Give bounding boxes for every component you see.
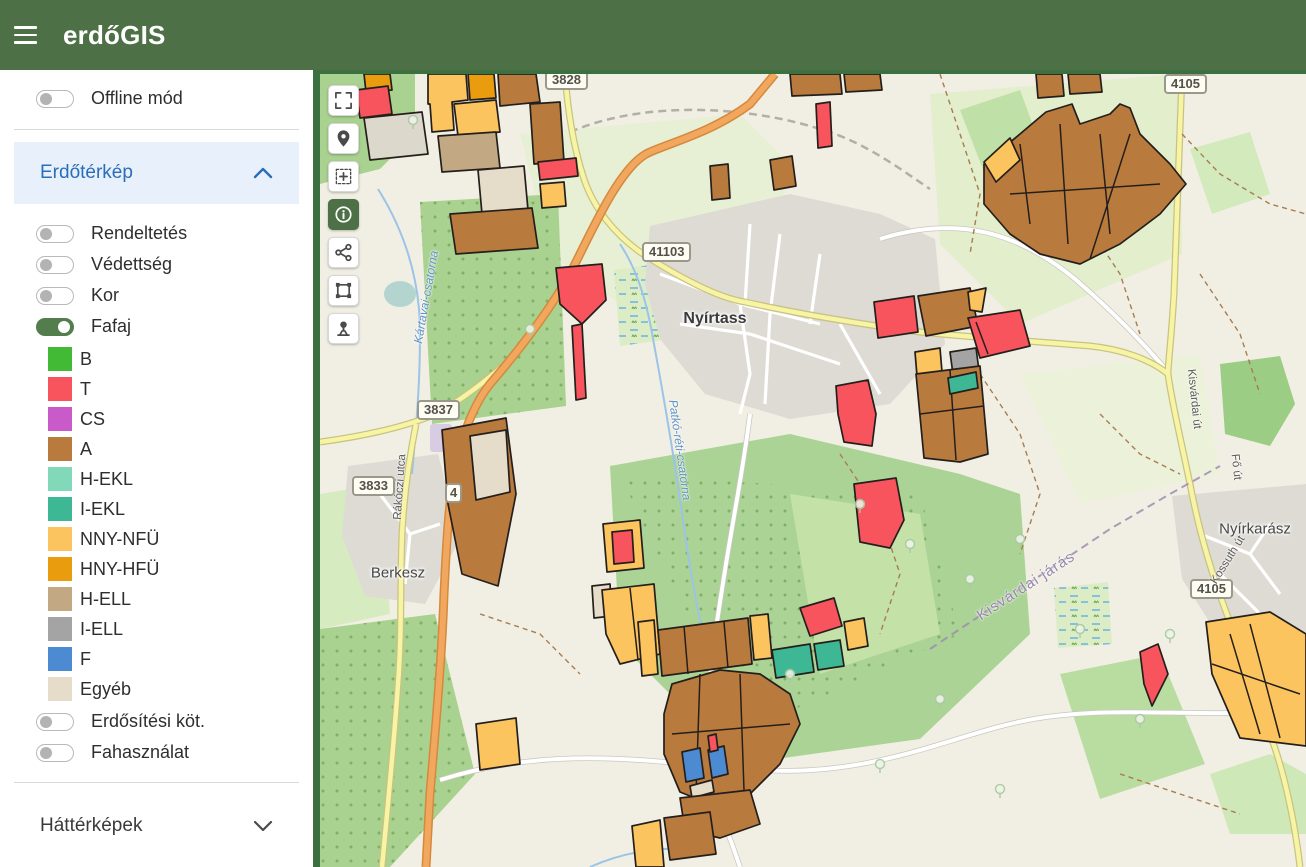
offline-mode-label: Offline mód — [91, 88, 183, 109]
legend-swatch-hny-hfu — [48, 557, 72, 581]
legend-swatch-nny-nfu — [48, 527, 72, 551]
legend-item: NNY-NFÜ — [0, 524, 313, 554]
offline-mode-toggle[interactable] — [36, 90, 74, 108]
layer-row-kor: Kor — [0, 280, 313, 311]
legend-label-f: F — [80, 649, 91, 670]
hamburger-menu-button[interactable] — [14, 15, 54, 55]
legend-label-a: A — [80, 439, 92, 460]
sidebar-divider — [14, 129, 299, 130]
chevron-up-icon — [253, 167, 273, 179]
locate-button[interactable] — [328, 123, 359, 154]
polygon-select-button[interactable] — [328, 275, 359, 306]
app-window: erdőGIS Offline mód Erdőtérkép Rendeltet… — [0, 0, 1306, 867]
fafaj-label: Fafaj — [91, 316, 131, 337]
legend-item: HNY-HFÜ — [0, 554, 313, 584]
legend-swatch-egyeb — [48, 677, 72, 701]
legend-label-t: T — [80, 379, 91, 400]
section-erdoterkep[interactable]: Erdőtérkép — [14, 142, 299, 204]
layer-row-vedettseg: Védettség — [0, 249, 313, 280]
legend-item: F — [0, 644, 313, 674]
legend-item: I-EKL — [0, 494, 313, 524]
legend-item: A — [0, 434, 313, 464]
legend-swatch-a — [48, 437, 72, 461]
erdositesi-toggle[interactable] — [36, 713, 74, 731]
legend-label-hny-hfu: HNY-HFÜ — [80, 559, 159, 580]
kor-toggle[interactable] — [36, 287, 74, 305]
fahasznalat-toggle[interactable] — [36, 744, 74, 762]
legend-item: CS — [0, 404, 313, 434]
legend-label-i-ell: I-ELL — [80, 619, 123, 640]
legend-label-nny-nfu: NNY-NFÜ — [80, 529, 159, 550]
legend-swatch-b — [48, 347, 72, 371]
legend-swatch-h-ell — [48, 587, 72, 611]
erdositesi-label: Erdősítési köt. — [91, 711, 205, 732]
legend-item: T — [0, 374, 313, 404]
legend-item: H-EKL — [0, 464, 313, 494]
rendeltetes-toggle[interactable] — [36, 225, 74, 243]
legend-swatch-t — [48, 377, 72, 401]
section-hatterkepek[interactable]: Háttérképek — [14, 795, 299, 857]
info-button[interactable] — [328, 199, 359, 230]
app-title: erdőGIS — [63, 20, 166, 51]
chevron-down-icon — [253, 820, 273, 832]
vedettseg-label: Védettség — [91, 254, 172, 275]
layer-row-rendeltetes: Rendeltetés — [0, 218, 313, 249]
surveyor-button[interactable] — [328, 313, 359, 344]
sidebar-divider — [14, 782, 299, 783]
share-button[interactable] — [328, 237, 359, 268]
layer-row-erdositesi: Erdősítési köt. — [0, 706, 313, 737]
legend-item: B — [0, 344, 313, 374]
select-extent-button[interactable] — [328, 161, 359, 192]
kor-label: Kor — [91, 285, 119, 306]
legend-label-egyeb: Egyéb — [80, 679, 131, 700]
legend-swatch-cs — [48, 407, 72, 431]
rendeltetes-label: Rendeltetés — [91, 223, 187, 244]
legend-swatch-h-ekl — [48, 467, 72, 491]
legend-item: H-ELL — [0, 584, 313, 614]
map-canvas[interactable] — [320, 74, 1306, 867]
fahasznalat-label: Fahasználat — [91, 742, 189, 763]
legend-swatch-i-ekl — [48, 497, 72, 521]
legend-label-b: B — [80, 349, 92, 370]
section-hatterkepek-label: Háttérképek — [40, 815, 142, 837]
layer-row-fahasznalat: Fahasználat — [0, 737, 313, 768]
legend-swatch-i-ell — [48, 617, 72, 641]
app-header: erdőGIS — [0, 0, 1306, 70]
legend-swatch-f — [48, 647, 72, 671]
map-viewport[interactable]: 3828 41103 3837 3833 4 4105 4105 Nyírtas… — [313, 70, 1306, 867]
section-erdoterkep-label: Erdőtérkép — [40, 162, 133, 184]
legend-label-h-ekl: H-EKL — [80, 469, 133, 490]
legend-label-i-ekl: I-EKL — [80, 499, 125, 520]
vedettseg-toggle[interactable] — [36, 256, 74, 274]
offline-mode-row: Offline mód — [0, 82, 313, 115]
legend-label-h-ell: H-ELL — [80, 589, 131, 610]
legend-item: I-ELL — [0, 614, 313, 644]
map-toolbar — [328, 85, 359, 344]
legend-label-cs: CS — [80, 409, 105, 430]
fullscreen-button[interactable] — [328, 85, 359, 116]
layer-row-fafaj: Fafaj — [0, 311, 313, 342]
fafaj-legend: B T CS A H-EKL I-EKL NNY-NFÜ HNY-HFÜ H-E… — [0, 344, 313, 704]
fafaj-toggle[interactable] — [36, 318, 74, 336]
layer-sidebar: Offline mód Erdőtérkép Rendeltetés Védet… — [0, 70, 313, 867]
legend-item: Egyéb — [0, 674, 313, 704]
